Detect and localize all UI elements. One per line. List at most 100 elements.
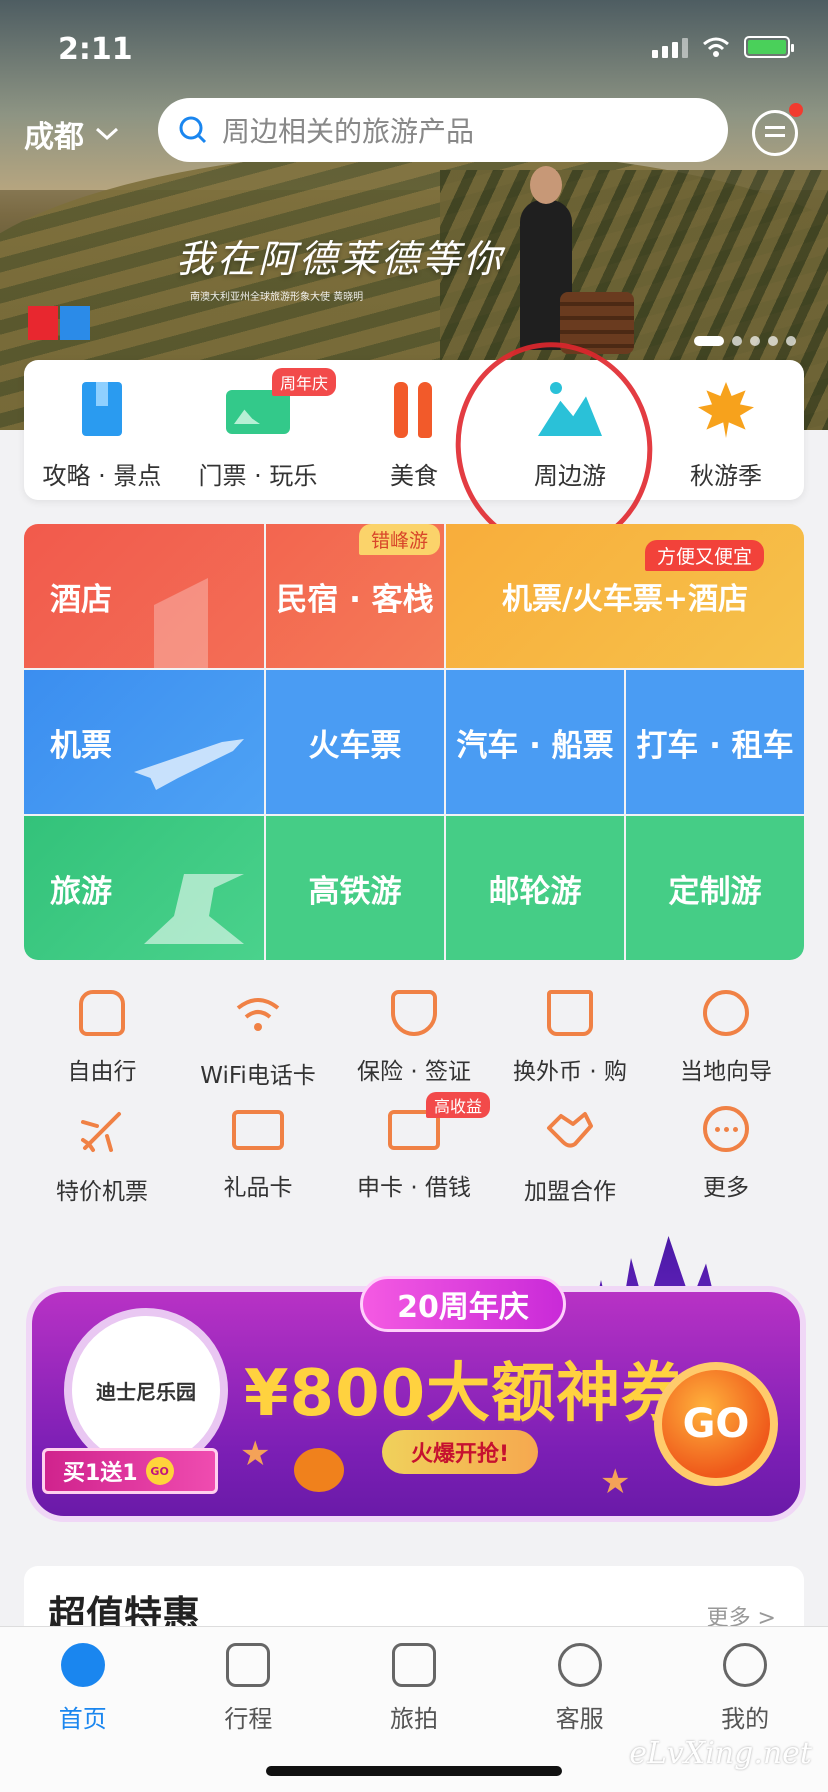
grid-label: 旅游	[50, 873, 112, 910]
go-mini-icon: GO	[145, 1457, 174, 1485]
carousel-dots[interactable]	[694, 336, 796, 346]
grid-flight[interactable]: 机票	[24, 670, 264, 814]
home-indicator[interactable]	[266, 1766, 562, 1776]
search-placeholder: 周边相关的旅游产品	[222, 115, 475, 148]
service-currency-exchange[interactable]: 换外币 · 购	[492, 990, 648, 1090]
wifi-status-icon	[703, 37, 729, 57]
guide-book-icon	[76, 382, 128, 438]
service-local-guide[interactable]: 当地向导	[648, 990, 804, 1090]
tab-label: 客服	[555, 1705, 604, 1733]
grid-label: 酒店	[50, 581, 112, 618]
grid-label: 打车 · 租车	[636, 727, 794, 764]
camera-play-icon	[391, 1643, 436, 1687]
anniversary-tag: 周年庆	[272, 368, 336, 396]
grid-train[interactable]: 火车票	[266, 670, 444, 814]
grid-flight-hotel[interactable]: 机票/火车票+酒店 方便又便宜	[446, 524, 804, 668]
hot-sale-pill: 火爆开抢!	[382, 1430, 538, 1474]
tab-label: 首页	[58, 1705, 107, 1733]
grid-label: 机票/火车票+酒店	[501, 582, 749, 617]
grid-rail-tour[interactable]: 高铁游	[266, 816, 444, 960]
grid-label: 汽车 · 船票	[456, 727, 614, 764]
service-label: 自由行	[67, 1059, 137, 1085]
services-row-1: 自由行 WiFi电话卡 保险 · 签证 换外币 · 购 当地向导	[24, 990, 804, 1090]
service-card-loan[interactable]: 申卡 · 借钱 高收益	[336, 1092, 492, 1206]
category-label: 美食	[390, 462, 438, 490]
grid-taxi-rental[interactable]: 打车 · 租车	[626, 670, 804, 814]
anniversary-pill: 20周年庆	[360, 1276, 566, 1332]
convenient-tag: 方便又便宜	[644, 540, 764, 571]
category-label: 攻略 · 景点	[42, 462, 162, 490]
tab-home[interactable]: 首页	[0, 1627, 166, 1792]
category-autumn[interactable]: 秋游季	[648, 360, 804, 500]
service-label: 特价机票	[56, 1179, 148, 1205]
grid-label: 民宿 · 客栈	[276, 581, 434, 618]
service-partnership[interactable]: 加盟合作	[492, 1106, 648, 1206]
anniversary-promo-banner[interactable]: 迪士尼乐园 买1送1 GO 20周年庆 ¥800大额神券 火爆开抢! ★ ★ GO	[26, 1236, 806, 1526]
service-label: WiFi电话卡	[200, 1063, 316, 1089]
grid-label: 邮轮游	[488, 873, 582, 910]
off-peak-tag: 错峰游	[358, 524, 440, 555]
grid-bus-ship[interactable]: 汽车 · 船票	[446, 670, 624, 814]
grid-hotel[interactable]: 酒店	[24, 524, 264, 668]
status-icons	[652, 36, 794, 58]
search-icon	[179, 116, 207, 144]
category-guide[interactable]: 攻略 · 景点	[24, 360, 180, 500]
fork-knife-icon	[388, 382, 440, 438]
service-label: 换外币 · 购	[513, 1059, 627, 1085]
category-label: 秋游季	[690, 462, 762, 490]
watermark: eLvXing.net	[629, 1736, 812, 1771]
grid-label: 定制游	[668, 873, 762, 910]
buy-tag-label: 买1送1	[63, 1461, 138, 1486]
service-label: 申卡 · 借钱	[357, 1175, 471, 1201]
star-icon: ★	[240, 1434, 271, 1474]
category-card: 攻略 · 景点 门票 · 玩乐 周年庆 美食 周边游 秋游季	[24, 360, 804, 500]
service-label: 礼品卡	[223, 1175, 293, 1201]
grid-travel[interactable]: 旅游	[24, 816, 264, 960]
service-wifi-card[interactable]: WiFi电话卡	[180, 990, 336, 1090]
airplane-icon	[134, 739, 244, 790]
tab-label: 旅拍	[389, 1705, 438, 1733]
category-label: 门票 · 玩乐	[198, 462, 318, 490]
status-time: 2:11	[58, 32, 133, 67]
chevron-down-icon	[95, 127, 119, 141]
brand-logos	[28, 306, 92, 340]
banner-slogan: 我在阿德莱德等你	[176, 237, 505, 281]
go-button[interactable]: GO	[654, 1362, 778, 1486]
star-icon: ★	[600, 1462, 631, 1502]
search-input[interactable]: 周边相关的旅游产品	[158, 98, 728, 162]
service-independent-travel[interactable]: 自由行	[24, 990, 180, 1090]
tab-label: 我的	[721, 1705, 770, 1733]
grid-homestay[interactable]: 民宿 · 客栈 错峰游	[266, 524, 444, 668]
main-service-grid: 酒店 民宿 · 客栈 错峰游 机票/火车票+酒店 方便又便宜 机票 火车票 汽车…	[24, 524, 804, 960]
notification-dot	[789, 103, 803, 117]
shopping-bag-icon	[547, 990, 593, 1036]
service-more[interactable]: 更多	[648, 1106, 804, 1206]
service-special-flights[interactable]: 特价机票	[24, 1106, 180, 1206]
guide-hat-icon	[703, 990, 749, 1036]
backpack-icon	[79, 990, 125, 1036]
park-label: 迪士尼乐园	[96, 1379, 196, 1404]
cellular-signal-icon	[652, 36, 688, 58]
services-row-2: 特价机票 礼品卡 申卡 · 借钱 高收益 加盟合作 更多	[24, 1092, 804, 1206]
city-label: 成都	[24, 120, 84, 155]
user-icon	[723, 1643, 768, 1687]
service-gift-card[interactable]: 礼品卡	[180, 1106, 336, 1206]
city-selector[interactable]: 成都	[24, 112, 120, 156]
grid-label: 高铁游	[308, 873, 402, 910]
service-insurance-visa[interactable]: 保险 · 签证	[336, 990, 492, 1090]
grid-label: 机票	[50, 727, 112, 764]
buy-one-get-one-tag: 买1送1 GO	[42, 1448, 218, 1494]
high-yield-tag: 高收益	[426, 1092, 491, 1118]
hotel-building-icon	[154, 578, 208, 668]
grid-label: 火车票	[308, 727, 402, 764]
category-tickets[interactable]: 门票 · 玩乐 周年庆	[180, 360, 336, 500]
handshake-icon	[547, 1112, 593, 1148]
gift-card-icon	[232, 1110, 284, 1150]
plane-icon	[81, 1112, 121, 1152]
message-icon[interactable]	[752, 103, 803, 156]
service-label: 更多	[703, 1175, 749, 1201]
grid-cruise[interactable]: 邮轮游	[446, 816, 624, 960]
pumpkin-icon	[294, 1448, 344, 1492]
grid-custom[interactable]: 定制游	[626, 816, 804, 960]
beach-chair-icon	[144, 874, 244, 944]
